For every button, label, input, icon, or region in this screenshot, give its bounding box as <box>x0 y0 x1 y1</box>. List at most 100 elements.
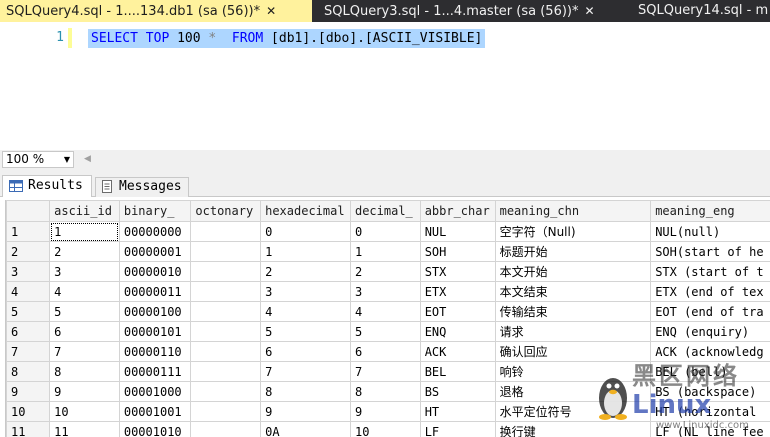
row-number-cell[interactable]: 9 <box>6 381 51 402</box>
horizontal-scrollbar[interactable]: ◀ <box>80 154 770 166</box>
table-cell[interactable]: ACK <box>419 341 496 362</box>
row-number-cell[interactable]: 10 <box>6 401 51 422</box>
table-cell[interactable]: 6 <box>49 321 120 342</box>
tab-results[interactable]: Results <box>2 175 92 197</box>
row-number-cell[interactable]: 8 <box>6 361 51 382</box>
column-header[interactable]: hexadecimal <box>260 200 351 222</box>
scroll-left-icon[interactable]: ◀ <box>84 154 91 164</box>
table-cell[interactable]: 2 <box>260 261 351 282</box>
column-header[interactable]: meaning_chn <box>494 200 652 222</box>
column-header[interactable]: abbr_char <box>419 200 496 222</box>
row-number-cell[interactable]: 6 <box>6 321 51 342</box>
table-cell[interactable]: 00000000 <box>118 221 192 242</box>
table-cell[interactable]: HT <box>419 401 496 422</box>
table-cell[interactable]: 11 <box>49 421 120 437</box>
table-cell[interactable]: 00000100 <box>118 301 192 322</box>
table-cell[interactable]: 1 <box>260 241 351 262</box>
zoom-dropdown[interactable]: 100 % ▼ <box>2 151 74 168</box>
table-cell[interactable]: 2 <box>49 241 120 262</box>
table-row[interactable]: 3 3 00000010 2 2 STX 本文开始 STX (start of t <box>6 261 770 282</box>
table-cell[interactable]: 7 <box>49 341 120 362</box>
table-cell[interactable]: BS <box>419 381 496 402</box>
table-cell[interactable] <box>190 321 262 342</box>
column-header[interactable]: decimal_ <box>349 200 421 222</box>
table-cell[interactable]: 7 <box>260 361 351 382</box>
row-number-cell[interactable]: 2 <box>6 241 51 262</box>
close-icon[interactable]: ✕ <box>266 4 276 18</box>
table-cell[interactable]: NUL <box>419 221 496 242</box>
sql-statement[interactable]: SELECT TOP 100 * FROM [db1].[dbo].[ASCII… <box>88 29 486 48</box>
row-number-cell[interactable]: 1 <box>6 221 51 242</box>
table-cell[interactable]: 7 <box>349 361 421 382</box>
table-cell[interactable]: 0A <box>260 421 351 437</box>
table-cell[interactable]: STX (start of t <box>650 261 770 282</box>
table-cell[interactable]: 00000101 <box>118 321 192 342</box>
table-row[interactable]: 2 2 00000001 1 1 SOH 标题开始 SOH(start of he <box>6 241 770 262</box>
table-cell[interactable]: 2 <box>349 261 421 282</box>
table-cell[interactable]: LF <box>419 421 496 437</box>
table-cell[interactable]: 本文开始 <box>494 261 652 282</box>
table-cell[interactable]: 请求 <box>494 321 652 342</box>
row-number-cell[interactable]: 5 <box>6 301 51 322</box>
table-row[interactable]: 4 4 00000011 3 3 ETX 本文结束 ETX (end of tex <box>6 281 770 302</box>
tab-sqlquery4[interactable]: SQLQuery4.sql - 1....134.db1 (sa (56))* ✕ <box>0 0 312 22</box>
table-cell[interactable]: EOT (end of tra <box>650 301 770 322</box>
tab-sqlquery3[interactable]: SQLQuery3.sql - 1...4.master (sa (56))* ✕ <box>318 0 618 22</box>
table-cell[interactable]: 00000110 <box>118 341 192 362</box>
table-cell[interactable]: 9 <box>49 381 120 402</box>
column-header[interactable]: meaning_eng <box>650 200 770 222</box>
table-cell[interactable]: 00001010 <box>118 421 192 437</box>
table-cell[interactable]: BEL <box>419 361 496 382</box>
table-cell[interactable]: 5 <box>260 321 351 342</box>
table-cell[interactable] <box>190 361 262 382</box>
column-header[interactable]: octonary <box>190 200 262 222</box>
table-cell[interactable]: 9 <box>260 401 351 422</box>
table-cell[interactable] <box>190 261 262 282</box>
tab-sqlquery14[interactable]: SQLQuery14.sql - m <box>632 0 770 22</box>
table-cell[interactable]: 3 <box>349 281 421 302</box>
table-cell[interactable] <box>190 381 262 402</box>
table-cell[interactable]: 10 <box>349 421 421 437</box>
table-cell[interactable]: ETX (end of tex <box>650 281 770 302</box>
table-cell[interactable]: 00000111 <box>118 361 192 382</box>
column-header[interactable]: binary_ <box>118 200 192 222</box>
table-cell[interactable] <box>190 301 262 322</box>
row-number-cell[interactable]: 3 <box>6 261 51 282</box>
table-cell[interactable] <box>190 341 262 362</box>
column-header[interactable]: ascii_id <box>49 200 120 222</box>
table-cell[interactable]: ENQ <box>419 321 496 342</box>
table-cell[interactable]: 3 <box>49 261 120 282</box>
table-cell[interactable] <box>190 281 262 302</box>
table-cell[interactable] <box>190 421 262 437</box>
row-number-cell[interactable]: 4 <box>6 281 51 302</box>
table-cell[interactable]: 00001000 <box>118 381 192 402</box>
table-cell[interactable]: 5 <box>349 321 421 342</box>
table-cell[interactable]: STX <box>419 261 496 282</box>
table-cell[interactable]: 00000010 <box>118 261 192 282</box>
row-number-cell[interactable]: 11 <box>6 421 51 437</box>
tab-messages[interactable]: Messages <box>95 177 189 197</box>
query-editor[interactable]: 1 SELECT TOP 100 * FROM [db1].[dbo].[ASC… <box>0 22 770 150</box>
table-cell[interactable]: 4 <box>260 301 351 322</box>
table-cell[interactable]: 本文结束 <box>494 281 652 302</box>
row-number-header[interactable] <box>6 200 51 222</box>
table-cell[interactable]: 标题开始 <box>494 241 652 262</box>
table-cell[interactable]: SOH <box>419 241 496 262</box>
row-number-cell[interactable]: 7 <box>6 341 51 362</box>
table-cell[interactable]: SOH(start of he <box>650 241 770 262</box>
table-cell[interactable]: 传输结束 <box>494 301 652 322</box>
table-cell[interactable]: NUL(null) <box>650 221 770 242</box>
table-cell[interactable]: 5 <box>49 301 120 322</box>
table-cell[interactable] <box>190 241 262 262</box>
table-row[interactable]: 6 6 00000101 5 5 ENQ 请求 ENQ (enquiry) <box>6 321 770 342</box>
table-cell[interactable]: 0 <box>349 221 421 242</box>
table-row[interactable]: 5 5 00000100 4 4 EOT 传输结束 EOT (end of tra <box>6 301 770 322</box>
table-cell[interactable] <box>190 221 262 242</box>
close-icon[interactable]: ✕ <box>584 4 594 18</box>
table-cell[interactable]: 00001001 <box>118 401 192 422</box>
table-cell[interactable]: ETX <box>419 281 496 302</box>
table-cell[interactable]: ENQ (enquiry) <box>650 321 770 342</box>
table-cell[interactable]: 8 <box>49 361 120 382</box>
table-cell[interactable]: 1 <box>49 221 120 242</box>
table-cell[interactable]: 00000011 <box>118 281 192 302</box>
